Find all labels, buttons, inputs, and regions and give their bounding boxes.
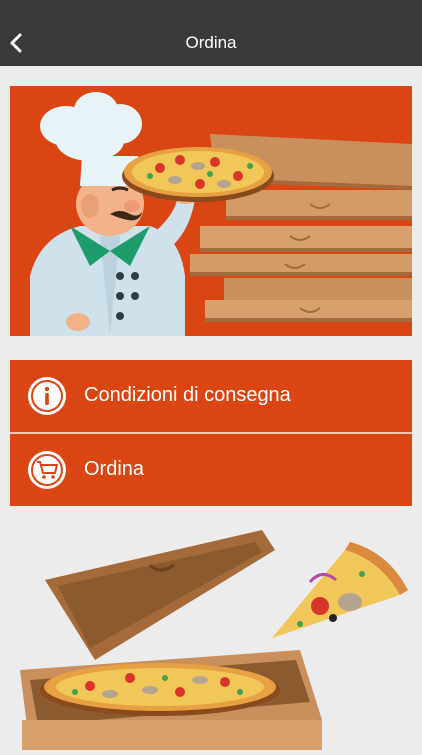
shopping-cart-icon (28, 451, 66, 489)
menu-item-label: Condizioni di consegna (84, 384, 291, 406)
menu-item-delivery-conditions[interactable]: Condizioni di consegna (10, 360, 412, 432)
pizza-box-image (0, 520, 422, 750)
menu-item-label: Ordina (84, 458, 145, 480)
chef-figure (30, 92, 200, 336)
page-title: Ordina (185, 33, 237, 52)
chef-banner-image (10, 86, 412, 336)
top-bar: Ordina (0, 0, 422, 66)
menu-list: Condizioni di consegna Ordina (10, 360, 412, 506)
info-icon (28, 377, 66, 415)
pizza-slice (272, 542, 408, 638)
menu-item-order[interactable]: Ordina (10, 434, 412, 506)
pizza-on-hand (122, 147, 274, 202)
